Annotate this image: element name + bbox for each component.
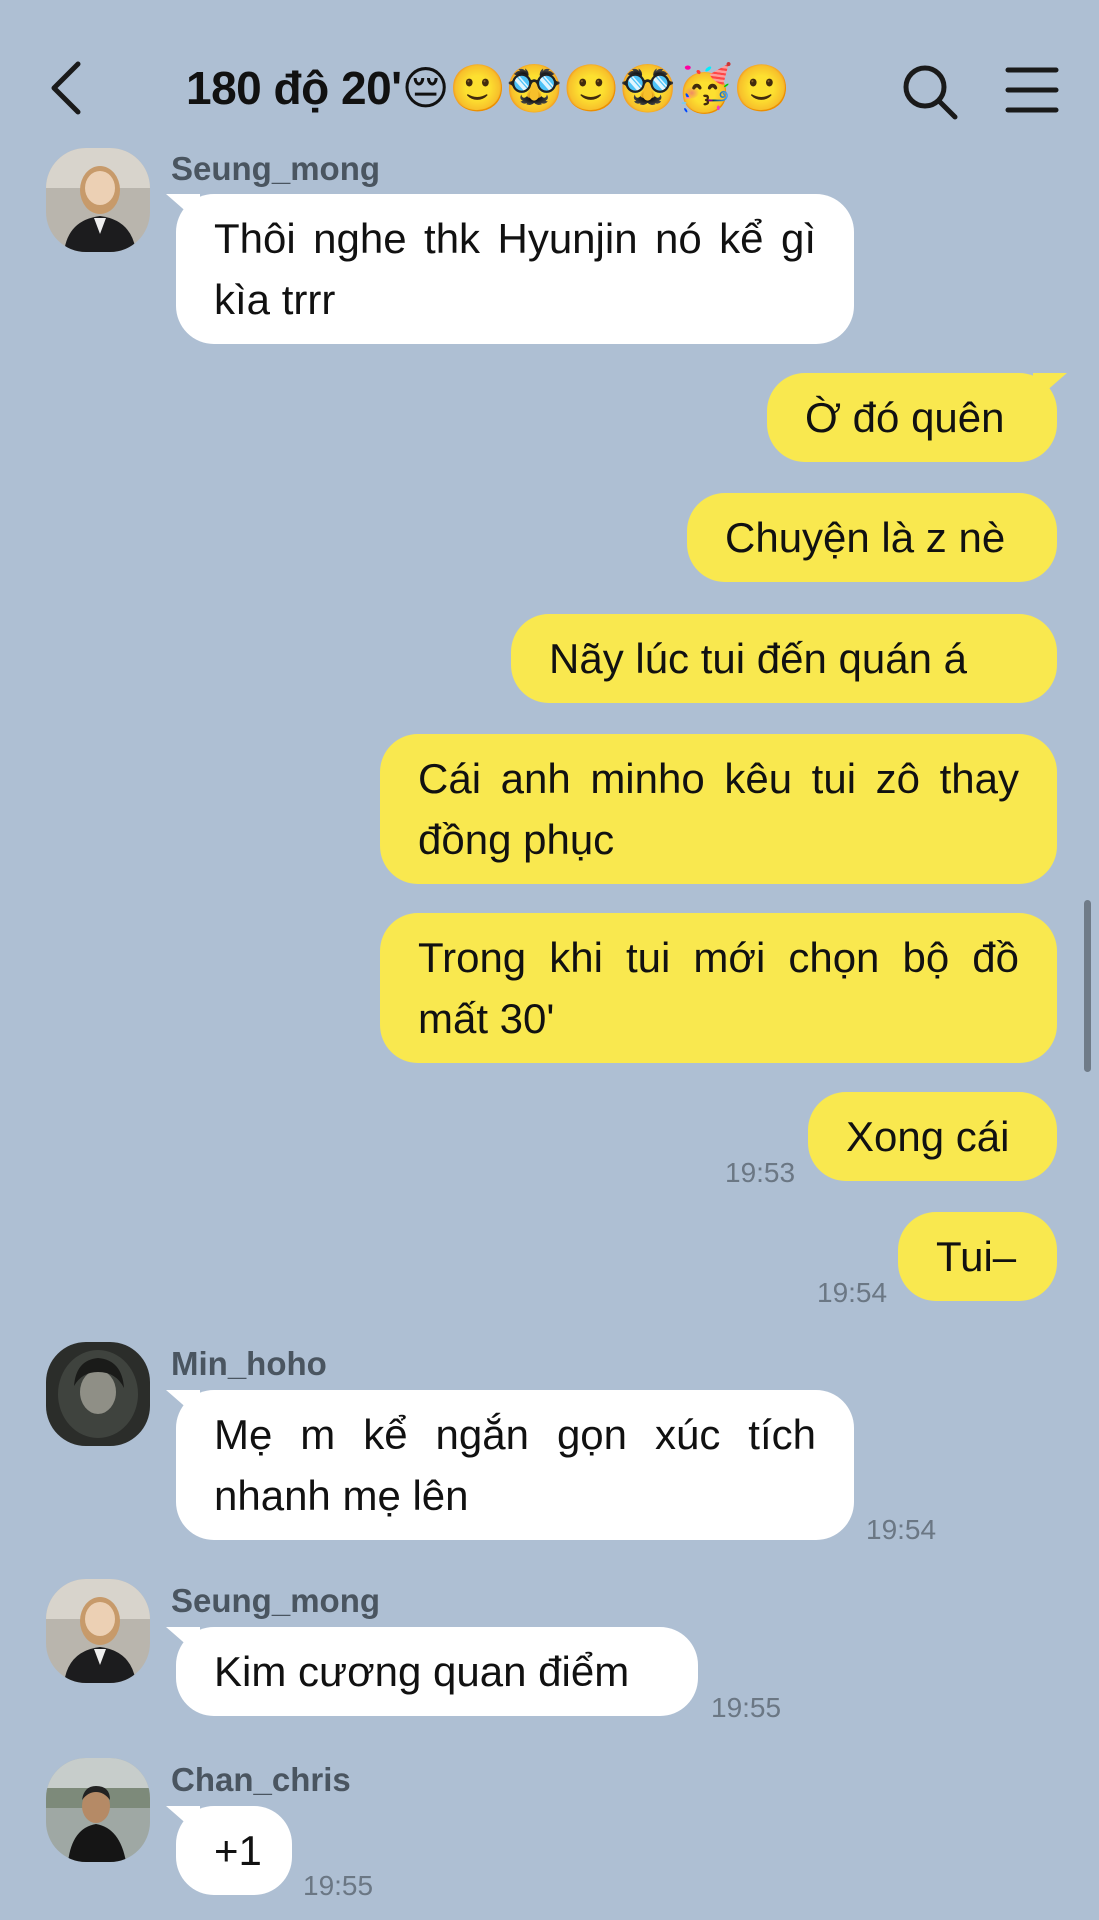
message-text: Thôi nghe thk Hyunjin nó kể gì kìa trrr: [214, 215, 816, 323]
message-text: Nãy lúc tui đến quán á: [549, 635, 967, 682]
message-time: 19:54: [817, 1277, 888, 1308]
message-bubble[interactable]: Cái anh minho kêu tui zô thay đồng phục: [380, 734, 1057, 884]
message-bubble[interactable]: Chuyện là z nè: [687, 493, 1057, 582]
menu-button[interactable]: [1004, 64, 1060, 116]
chevron-left-icon: [51, 61, 81, 115]
message-text: Xong cái: [846, 1113, 1010, 1160]
search-button[interactable]: [900, 62, 960, 122]
bubble-tail: [166, 194, 200, 224]
hamburger-menu-icon: [1005, 67, 1059, 113]
message-text: Tui–: [936, 1233, 1017, 1280]
back-button[interactable]: [44, 58, 94, 118]
message-bubble[interactable]: Tui–: [898, 1212, 1057, 1301]
avatar[interactable]: [46, 1579, 150, 1683]
message-bubble[interactable]: Thôi nghe thk Hyunjin nó kể gì kìa trrr: [166, 194, 854, 344]
bubble-tail: [166, 1390, 200, 1420]
message-bubble[interactable]: Xong cái: [808, 1092, 1057, 1181]
chat-header: 180 độ 20'😔🙂🥸🙂🥸🥳🙂: [0, 0, 1099, 170]
message-time: 19:54: [866, 1514, 937, 1545]
message-bubble[interactable]: +1: [166, 1806, 292, 1895]
scrollbar[interactable]: [1084, 900, 1091, 1072]
message-time: 19:53: [725, 1157, 796, 1188]
bubble-tail: [166, 1806, 200, 1836]
message-text: Cái anh minho kêu tui zô thay đồng phục: [418, 755, 1019, 863]
sender-name: Seung_mong: [171, 150, 381, 187]
bubble-tail: [1033, 373, 1067, 403]
message-bubble[interactable]: Kim cương quan điểm: [166, 1627, 698, 1716]
sender-name: Chan_chris: [171, 1761, 351, 1798]
message-bubble[interactable]: Ờ đó quên: [767, 373, 1067, 462]
message-text: Kim cương quan điểm: [214, 1648, 630, 1695]
bubble-tail: [166, 1627, 200, 1657]
message-text: Mẹ m kể ngắn gọn xúc tích nhanh mẹ lên: [214, 1411, 816, 1519]
message-bubble[interactable]: Nãy lúc tui đến quán á: [511, 614, 1057, 703]
message-time: 19:55: [711, 1692, 782, 1723]
sender-name: Min_hoho: [171, 1345, 327, 1382]
message-bubble[interactable]: Mẹ m kể ngắn gọn xúc tích nhanh mẹ lên: [166, 1390, 854, 1540]
avatar[interactable]: [46, 148, 150, 252]
message-bubble[interactable]: Trong khi tui mới chọn bộ đồ mất 30': [380, 913, 1057, 1063]
message-text: Chuyện là z nè: [725, 514, 1006, 561]
message-text: +1: [214, 1827, 262, 1874]
avatar[interactable]: [46, 1758, 150, 1862]
sender-name: Seung_mong: [171, 1582, 381, 1619]
message-text: Trong khi tui mới chọn bộ đồ mất 30': [418, 934, 1019, 1042]
message-time: 19:55: [303, 1870, 374, 1901]
avatar[interactable]: [46, 1342, 150, 1446]
chat-title: 180 độ 20'😔🙂🥸🙂🥸🥳🙂: [186, 62, 790, 114]
search-icon: [903, 65, 958, 120]
message-text: Ờ đó quên: [805, 394, 1005, 441]
